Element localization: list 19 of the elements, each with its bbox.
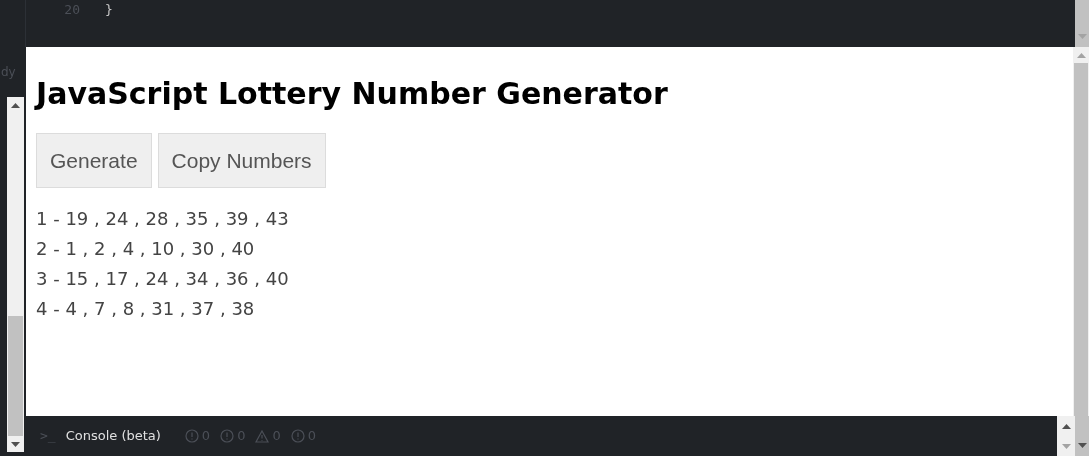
info-icon (220, 429, 235, 443)
error-icon (184, 429, 199, 443)
scroll-up-icon[interactable] (1061, 423, 1071, 429)
warning-icon (255, 429, 270, 443)
code-line: } (105, 1, 113, 19)
console-title[interactable]: Console (beta) (65, 426, 161, 446)
scroll-down-icon[interactable] (11, 441, 20, 447)
generate-button[interactable]: Generate (36, 132, 152, 188)
scrollbar[interactable] (1073, 47, 1089, 416)
log-icon (290, 429, 305, 443)
result-line: 1 - 19 , 24 , 28 , 35 , 39 , 43 (36, 206, 290, 231)
result-line: 2 - 1 , 2 , 4 , 10 , 30 , 40 (36, 236, 256, 261)
result-line: 4 - 4 , 7 , 8 , 31 , 37 , 38 (36, 296, 256, 321)
page-heading: JavaScript Lottery Number Generator (36, 75, 669, 113)
scroll-up-icon[interactable] (11, 102, 20, 108)
result-line: 3 - 15 , 17 , 24 , 34 , 36 , 40 (36, 266, 290, 291)
scrollbar[interactable] (7, 97, 24, 452)
copy-button[interactable]: Copy Numbers (157, 132, 326, 188)
console-prompt: >_ (40, 427, 56, 446)
